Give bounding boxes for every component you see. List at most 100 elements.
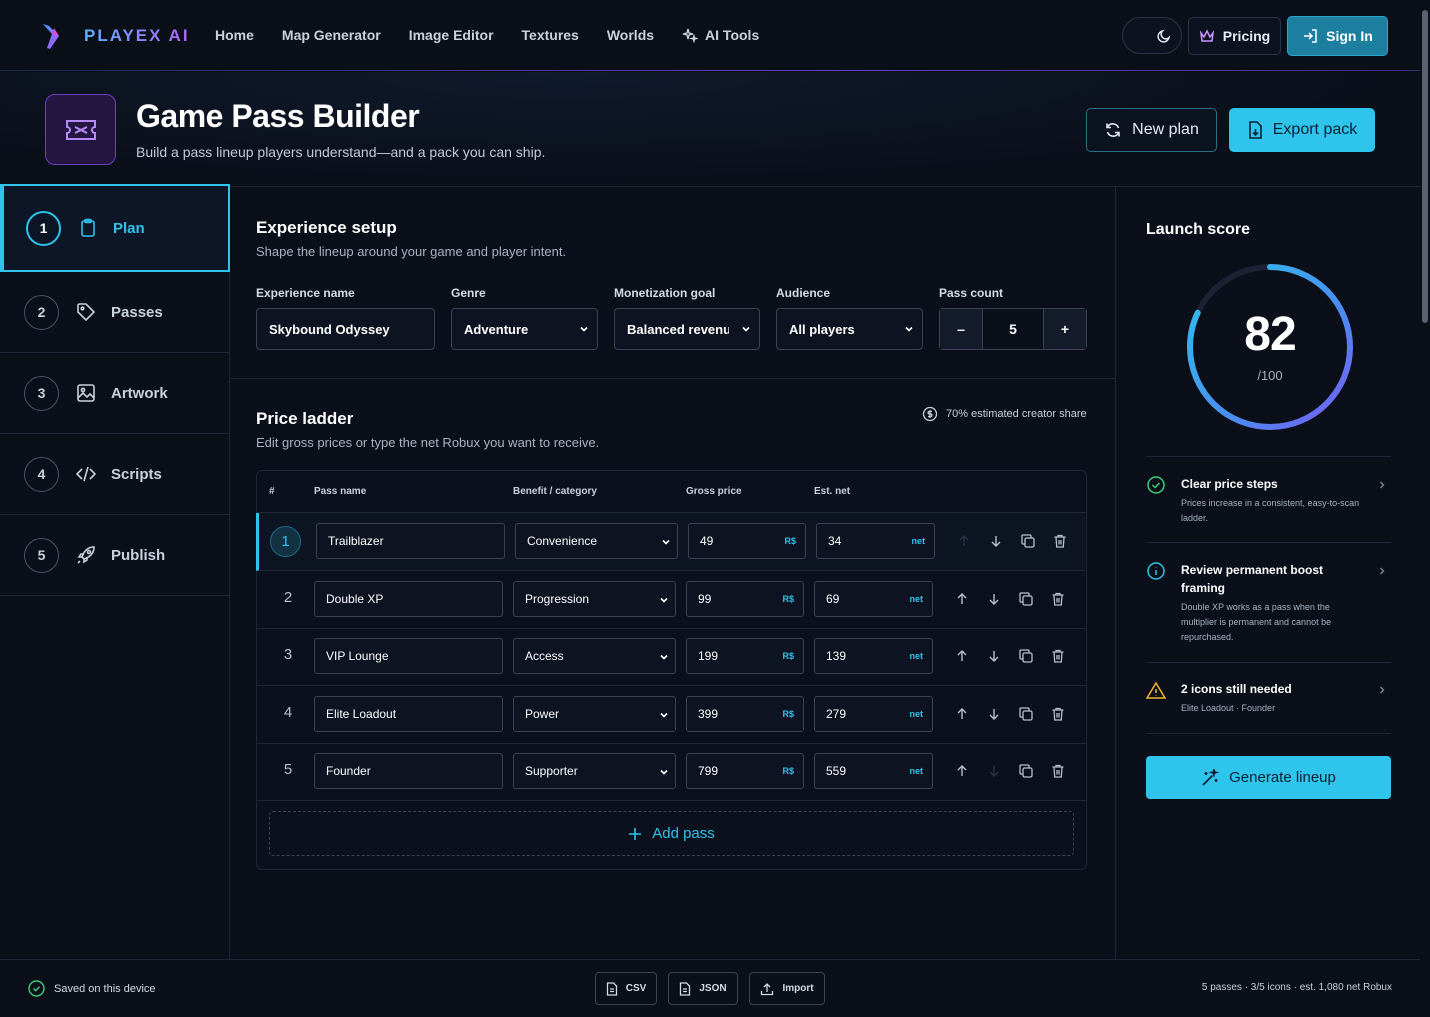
- audience-select[interactable]: All players: [776, 308, 923, 350]
- move-up-icon[interactable]: [954, 763, 970, 779]
- gross-price-value: 799: [698, 764, 719, 778]
- audience-value: All players: [789, 321, 855, 337]
- check-item[interactable]: 2 icons still needed Elite Loadout · Fou…: [1146, 662, 1391, 734]
- category-select[interactable]: Supporter: [513, 753, 676, 789]
- pass-name-input[interactable]: Double XP: [314, 580, 503, 617]
- net-price-input[interactable]: 34 net: [816, 523, 935, 559]
- image-icon: [77, 384, 95, 402]
- increment-button[interactable]: +: [1044, 309, 1086, 349]
- row-number: 4: [283, 703, 293, 721]
- trash-icon[interactable]: [1050, 648, 1066, 664]
- nav-image-editor[interactable]: Image Editor: [409, 27, 494, 43]
- move-down-icon[interactable]: [986, 763, 1002, 779]
- pass-name-value: VIP Lounge: [326, 649, 389, 663]
- pass-count-label: Pass count: [939, 286, 1004, 300]
- genre-select[interactable]: Adventure: [451, 308, 598, 350]
- brand-name[interactable]: PLAYEX AI: [84, 26, 190, 46]
- trash-icon[interactable]: [1050, 591, 1066, 607]
- net-price-input[interactable]: 139 net: [814, 638, 933, 674]
- gross-price-input[interactable]: 399 R$: [686, 695, 804, 732]
- sign-in-button[interactable]: Sign In: [1287, 16, 1388, 56]
- category-select[interactable]: Access: [513, 638, 676, 674]
- pass-name-input[interactable]: Elite Loadout: [314, 695, 503, 732]
- price-ladder-table: # Pass name Benefit / category Gross pri…: [256, 470, 1087, 870]
- export-pack-button[interactable]: Export pack: [1229, 108, 1375, 152]
- check-title: Clear price steps: [1181, 477, 1278, 491]
- row-number: 2: [283, 588, 293, 606]
- duplicate-icon[interactable]: [1018, 648, 1034, 664]
- category-value: Access: [525, 649, 564, 663]
- price-ladder-subtitle: Edit gross prices or type the net Robux …: [256, 435, 600, 450]
- step-passes[interactable]: 2 Passes: [0, 272, 230, 353]
- experience-name-label: Experience name: [256, 286, 355, 300]
- json-button[interactable]: JSON: [668, 972, 738, 1005]
- category-value: Supporter: [525, 764, 578, 778]
- nav-map-generator[interactable]: Map Generator: [282, 27, 381, 43]
- duplicate-icon[interactable]: [1018, 763, 1034, 779]
- category-select[interactable]: Power: [513, 695, 676, 732]
- step-scripts[interactable]: 4 Scripts: [0, 434, 230, 515]
- save-status: Saved on this device: [28, 980, 156, 997]
- step-plan[interactable]: 1 Plan: [0, 184, 230, 272]
- step-publish[interactable]: 5 Publish: [0, 515, 230, 596]
- step-artwork[interactable]: 3 Artwork: [0, 353, 230, 434]
- ticket-icon: [45, 94, 116, 165]
- pass-count-value[interactable]: 5: [982, 309, 1044, 349]
- add-pass-button[interactable]: Add pass: [269, 811, 1074, 856]
- chevron-down-icon: [580, 326, 588, 332]
- page-scrollbar[interactable]: [1420, 0, 1430, 1017]
- net-price-input[interactable]: 279 net: [814, 695, 933, 732]
- check-circle-icon: [28, 980, 45, 997]
- check-item[interactable]: Clear price steps Prices increase in a c…: [1146, 456, 1391, 542]
- nav-worlds[interactable]: Worlds: [607, 27, 654, 43]
- gross-price-input[interactable]: 99 R$: [686, 580, 804, 617]
- move-up-icon[interactable]: [956, 533, 972, 549]
- nav-ai-tools[interactable]: AI Tools: [682, 27, 759, 43]
- duplicate-icon[interactable]: [1018, 591, 1034, 607]
- category-select[interactable]: Convenience: [515, 523, 678, 559]
- move-up-icon[interactable]: [954, 591, 970, 607]
- moon-icon: [1157, 29, 1171, 43]
- theme-toggle[interactable]: [1122, 17, 1182, 54]
- clipboard-icon: [81, 218, 95, 237]
- decrement-button[interactable]: –: [940, 309, 982, 349]
- step-label: Artwork: [111, 384, 168, 402]
- move-down-icon[interactable]: [986, 648, 1002, 664]
- move-up-icon[interactable]: [954, 648, 970, 664]
- new-plan-button[interactable]: New plan: [1086, 108, 1217, 152]
- net-price-input[interactable]: 559 net: [814, 753, 933, 789]
- chevron-right-icon: [1380, 567, 1385, 575]
- trash-icon[interactable]: [1050, 706, 1066, 722]
- experience-name-input[interactable]: Skybound Odyssey: [256, 308, 435, 350]
- pricing-button[interactable]: Pricing: [1188, 17, 1281, 55]
- check-item[interactable]: Review permanent boost framing Double XP…: [1146, 542, 1391, 662]
- code-icon: [76, 466, 96, 482]
- add-pass-label: Add pass: [652, 825, 715, 842]
- gross-price-input[interactable]: 49 R$: [688, 523, 806, 559]
- move-up-icon[interactable]: [954, 706, 970, 722]
- pass-name-input[interactable]: Trailblazer: [316, 523, 505, 559]
- import-label: Import: [782, 983, 814, 994]
- generate-lineup-button[interactable]: Generate lineup: [1146, 756, 1391, 799]
- duplicate-icon[interactable]: [1020, 533, 1036, 549]
- pass-name-input[interactable]: Founder: [314, 753, 503, 789]
- duplicate-icon[interactable]: [1018, 706, 1034, 722]
- nav-textures[interactable]: Textures: [522, 27, 579, 43]
- import-button[interactable]: Import: [749, 972, 825, 1005]
- gross-price-input[interactable]: 799 R$: [686, 753, 804, 789]
- move-down-icon[interactable]: [986, 591, 1002, 607]
- pass-name-input[interactable]: VIP Lounge: [314, 638, 503, 674]
- nav-home[interactable]: Home: [215, 27, 254, 43]
- csv-button[interactable]: CSV: [595, 972, 657, 1005]
- net-price-input[interactable]: 69 net: [814, 580, 933, 617]
- check-title: 2 icons still needed: [1181, 682, 1292, 696]
- monetization-goal-select[interactable]: Balanced revenu: [614, 308, 760, 350]
- trash-icon[interactable]: [1052, 533, 1068, 549]
- move-down-icon[interactable]: [988, 533, 1004, 549]
- gross-price-input[interactable]: 199 R$: [686, 638, 804, 674]
- move-down-icon[interactable]: [986, 706, 1002, 722]
- step-number: 1: [26, 210, 61, 246]
- trash-icon[interactable]: [1050, 763, 1066, 779]
- scrollbar-thumb[interactable]: [1422, 10, 1428, 323]
- category-select[interactable]: Progression: [513, 580, 676, 617]
